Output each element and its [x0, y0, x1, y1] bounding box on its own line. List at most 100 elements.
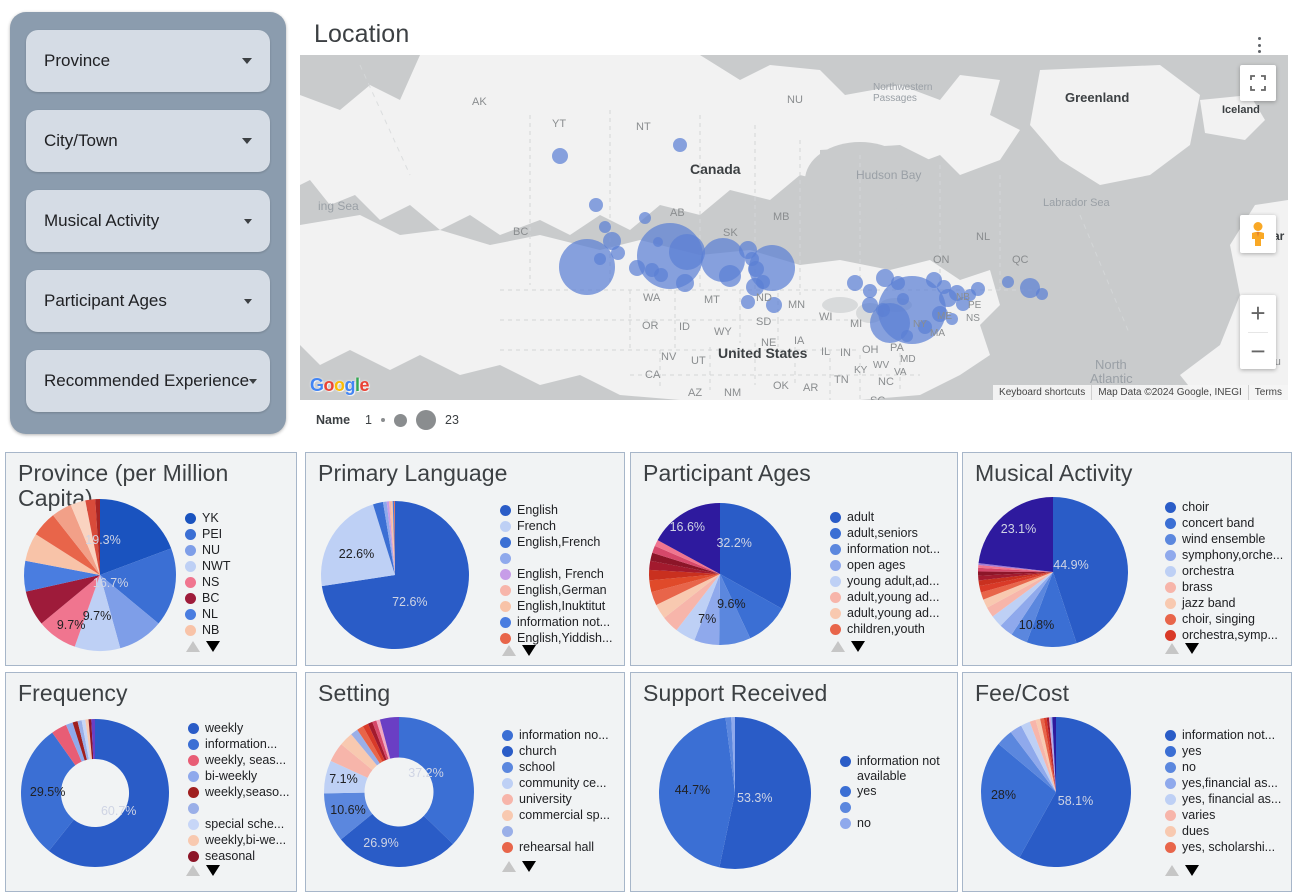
legend-item[interactable]: symphony,orche... — [1165, 548, 1287, 564]
legend-item[interactable]: brass — [1165, 580, 1287, 596]
legend-item[interactable]: no — [840, 816, 953, 832]
map-marker[interactable] — [639, 212, 651, 224]
chevron-down-icon[interactable] — [244, 218, 252, 224]
filter-button-recommended-experience[interactable]: Recommended Experience — [26, 350, 270, 412]
sort-descending-icon[interactable] — [206, 865, 220, 876]
zoom-controls[interactable]: + − — [1240, 295, 1276, 369]
legend-item[interactable]: no — [1165, 760, 1287, 776]
street-view-pegman-icon[interactable] — [1240, 215, 1276, 253]
legend-item[interactable]: English,French — [500, 535, 620, 551]
legend-item[interactable]: English,Inuktitut — [500, 599, 620, 615]
map-marker[interactable] — [669, 234, 705, 270]
legend-item[interactable]: adult,seniors — [830, 526, 953, 542]
legend-item[interactable]: dues — [1165, 824, 1287, 840]
legend-item[interactable]: BC — [185, 591, 292, 607]
attribution-item-0[interactable]: Keyboard shortcuts — [993, 385, 1091, 400]
filter-button-participant-ages[interactable]: Participant Ages — [26, 270, 270, 332]
sort-ascending-icon[interactable] — [1165, 643, 1179, 654]
map-marker[interactable] — [847, 275, 863, 291]
legend-item[interactable]: choir — [1165, 500, 1287, 516]
legend-item[interactable]: commercial sp... — [502, 808, 620, 824]
map-marker[interactable] — [971, 282, 985, 296]
legend-item[interactable]: concert band — [1165, 516, 1287, 532]
map-marker[interactable] — [863, 284, 877, 298]
map-marker[interactable] — [901, 330, 913, 342]
pie-slice[interactable] — [978, 497, 1053, 572]
map-marker[interactable] — [1036, 288, 1048, 300]
legend-item[interactable] — [840, 800, 953, 816]
legend-item[interactable]: YK — [185, 511, 292, 527]
legend-item[interactable]: university — [502, 792, 620, 808]
pie-chart[interactable]: 58.1% 28% — [981, 717, 1131, 867]
legend-item[interactable]: information not... — [500, 615, 620, 631]
sort-ascending-icon[interactable] — [831, 641, 845, 652]
map-marker[interactable] — [719, 265, 741, 287]
map-marker[interactable] — [741, 295, 755, 309]
legend-item[interactable]: yes, scholarshi... — [1165, 840, 1287, 856]
sort-descending-icon[interactable] — [1185, 865, 1199, 876]
filter-button-city-town[interactable]: City/Town — [26, 110, 270, 172]
chevron-down-icon[interactable] — [244, 298, 252, 304]
pie-slice[interactable] — [659, 717, 735, 868]
legend-item[interactable] — [188, 801, 292, 817]
pie-chart[interactable]: 32.2% 9.6% 7% 16.6% — [649, 503, 791, 645]
sort-ascending-icon[interactable] — [502, 861, 516, 872]
legend-item[interactable]: weekly,bi-we... — [188, 833, 292, 849]
pie-chart[interactable]: 44.9% 10.8% 23.1% — [978, 497, 1128, 647]
sort-ascending-icon[interactable] — [186, 865, 200, 876]
legend-item[interactable]: yes,financial as... — [1165, 776, 1287, 792]
map-marker[interactable] — [749, 245, 795, 291]
legend-item[interactable]: orchestra — [1165, 564, 1287, 580]
legend-item[interactable]: English — [500, 503, 620, 519]
sort-descending-icon[interactable] — [522, 861, 536, 872]
legend-item[interactable]: adult — [830, 510, 953, 526]
map-marker[interactable] — [676, 274, 694, 292]
legend-item[interactable]: NWT — [185, 559, 292, 575]
legend-item[interactable]: information... — [188, 737, 292, 753]
legend-item[interactable]: rehearsal hall — [502, 840, 620, 856]
legend-item[interactable]: church — [502, 744, 620, 760]
legend-item[interactable]: bi-weekly — [188, 769, 292, 785]
legend-item[interactable] — [500, 551, 620, 567]
pie-chart[interactable]: 19.3% 16.7% 9.7% 9.7% — [24, 499, 177, 651]
sort-descending-icon[interactable] — [206, 641, 220, 652]
legend-item[interactable]: French — [500, 519, 620, 535]
sort-ascending-icon[interactable] — [502, 645, 516, 656]
legend-item[interactable]: yes — [840, 784, 953, 800]
legend-item[interactable]: special sche... — [188, 817, 292, 833]
map-marker[interactable] — [1002, 276, 1014, 288]
legend-item[interactable]: seasonal — [188, 849, 292, 865]
legend-item[interactable]: open ages — [830, 558, 953, 574]
legend-item[interactable]: school — [502, 760, 620, 776]
legend-item[interactable]: varies — [1165, 808, 1287, 824]
zoom-out-button[interactable]: − — [1240, 333, 1276, 370]
legend-item[interactable]: yes, financial as... — [1165, 792, 1287, 808]
legend-item[interactable]: orchestra,symp... — [1165, 628, 1287, 644]
chevron-down-icon[interactable] — [242, 58, 252, 64]
chevron-down-icon[interactable] — [249, 378, 258, 384]
map-marker[interactable] — [589, 198, 603, 212]
legend-item[interactable]: children,youth — [830, 622, 953, 638]
map-marker[interactable] — [673, 138, 687, 152]
chevron-down-icon[interactable] — [242, 138, 252, 144]
sort-ascending-icon[interactable] — [186, 641, 200, 652]
legend-item[interactable]: yes — [1165, 744, 1287, 760]
legend-item[interactable]: choir, singing — [1165, 612, 1287, 628]
legend-item[interactable]: adult,young ad... — [830, 606, 953, 622]
legend-item[interactable]: NL — [185, 607, 292, 623]
sort-ascending-icon[interactable] — [1165, 865, 1179, 876]
legend-item[interactable]: community ce... — [502, 776, 620, 792]
legend-item[interactable]: PEI — [185, 527, 292, 543]
legend-item[interactable]: young adult,ad... — [830, 574, 953, 590]
filter-button-province[interactable]: Province — [26, 30, 270, 92]
pie-chart[interactable]: 37.2% 26.9% 10.6% 7.1% — [324, 717, 474, 867]
map-marker[interactable] — [552, 148, 568, 164]
legend-item[interactable]: weekly — [188, 721, 292, 737]
legend-item[interactable]: wind ensemble — [1165, 532, 1287, 548]
filter-button-musical-activity[interactable]: Musical Activity — [26, 190, 270, 252]
pie-chart[interactable]: 60.7% 29.5% — [20, 719, 169, 867]
legend-item[interactable]: information no... — [502, 728, 620, 744]
zoom-in-button[interactable]: + — [1240, 295, 1276, 332]
legend-item[interactable]: NB — [185, 623, 292, 639]
attribution-item-2[interactable]: Terms — [1247, 385, 1288, 400]
